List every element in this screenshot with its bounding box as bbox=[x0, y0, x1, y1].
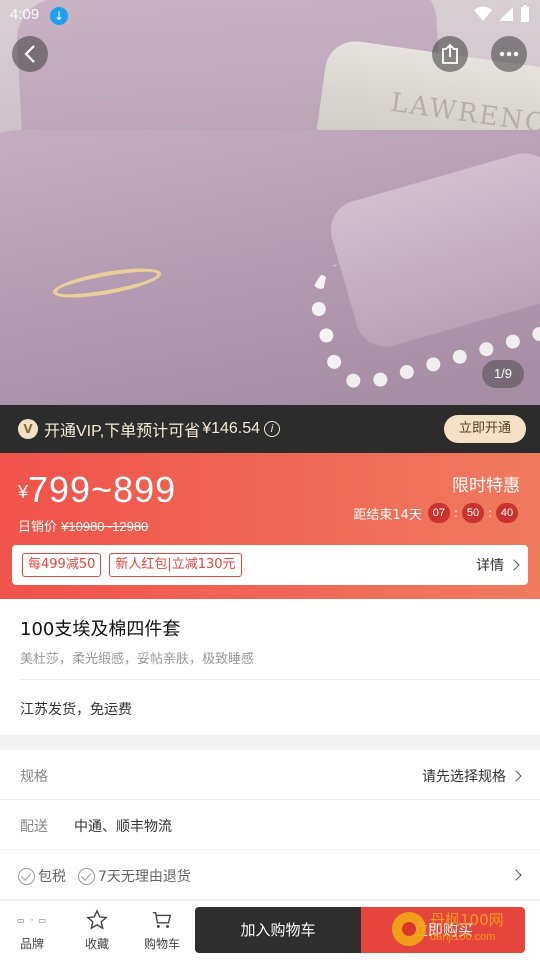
promo-title: 限时特惠 bbox=[452, 476, 520, 496]
price: ¥799~899 bbox=[18, 469, 176, 511]
coupon-tag: 每499减50 bbox=[22, 553, 102, 577]
status-icons bbox=[474, 5, 530, 23]
product-info-card: 100支埃及棉四件套 美杜莎，柔光缎感，妥帖亲肤，极致睡感 江苏发货，免运费 bbox=[0, 599, 540, 735]
cart-icon bbox=[152, 911, 172, 928]
spec-label: 规格 bbox=[20, 769, 48, 785]
download-icon: ↓ bbox=[50, 7, 68, 25]
wifi-icon bbox=[474, 6, 492, 21]
price-range: 799~899 bbox=[28, 469, 177, 510]
shipping-note: 江苏发货，免运费 bbox=[20, 702, 132, 718]
cart-tab[interactable]: 购物车 bbox=[132, 907, 192, 957]
brand-logo-icon: ▭ ◦ ▭ bbox=[17, 915, 47, 925]
star-icon bbox=[86, 909, 108, 930]
guarantee-row[interactable]: 包税 7天无理由退货 bbox=[0, 850, 540, 900]
chevron-left-icon bbox=[24, 45, 35, 63]
currency-symbol: ¥ bbox=[18, 482, 29, 502]
favorite-label: 收藏 bbox=[84, 937, 109, 951]
signal-icon bbox=[499, 7, 513, 21]
price-panel: ¥799~899 日销价 ¥10980~12980 限时特惠 距结束14天 07… bbox=[0, 453, 540, 599]
vip-savings-text: 开通VIP,下单预计可省 bbox=[44, 423, 201, 440]
product-title: 100支埃及棉四件套 bbox=[20, 619, 181, 640]
countdown-minutes: 50 bbox=[461, 503, 484, 523]
check-circle-icon bbox=[18, 867, 35, 885]
guarantee-return: 7天无理由退货 bbox=[98, 869, 191, 885]
open-vip-button[interactable]: 立即开通 bbox=[444, 415, 526, 443]
guarantee-item: 包税 bbox=[18, 866, 66, 886]
favorite-tab[interactable]: 收藏 bbox=[67, 907, 127, 957]
back-button[interactable] bbox=[12, 36, 48, 72]
countdown-label: 距结束14天 bbox=[353, 507, 422, 523]
spec-value: 请先选择规格 bbox=[422, 769, 506, 785]
product-detail-page: LAWRENCE 4:09 ↓ 1/9 V 开通VIP,下单预计可省 ¥146.… bbox=[0, 0, 540, 960]
vip-banner: V 开通VIP,下单预计可省 ¥146.54 i 立即开通 bbox=[0, 405, 540, 453]
chevron-right-icon bbox=[510, 869, 522, 881]
product-options: 规格 请先选择规格 配送 中通、顺丰物流 包税 7天无理由退货 bbox=[0, 750, 540, 900]
watermark-text: 丹枫100网 bbox=[430, 911, 504, 929]
vip-badge-icon: V bbox=[18, 419, 38, 439]
detail-label: 详情 bbox=[476, 558, 504, 574]
daily-price-value: ¥10980~12980 bbox=[61, 519, 149, 534]
spec-row[interactable]: 规格 请先选择规格 bbox=[0, 750, 540, 800]
status-time: 4:09 bbox=[10, 6, 40, 23]
daily-price-label: 日销价 bbox=[18, 520, 58, 535]
more-button[interactable] bbox=[491, 36, 527, 72]
brand-label: 品牌 bbox=[19, 937, 44, 951]
guarantee-chevron[interactable] bbox=[506, 868, 522, 884]
coupon-bar[interactable]: 每499减50 新人红包|立减130元 详情 bbox=[12, 545, 528, 585]
more-icon bbox=[499, 51, 519, 57]
share-icon bbox=[442, 44, 458, 64]
delivery-value: 中通、顺丰物流 bbox=[74, 819, 172, 835]
delivery-row: 配送 中通、顺丰物流 bbox=[0, 800, 540, 850]
chevron-right-icon bbox=[510, 770, 522, 782]
guarantee-item: 7天无理由退货 bbox=[78, 866, 191, 886]
countdown: 距结束14天 07 : 50 : 40 bbox=[353, 503, 520, 523]
coupon-detail-link[interactable]: 详情 bbox=[476, 555, 520, 575]
countdown-hours: 07 bbox=[427, 503, 450, 523]
countdown-seconds: 40 bbox=[496, 503, 518, 523]
check-circle-icon bbox=[78, 867, 95, 885]
cart-label: 购物车 bbox=[143, 937, 180, 951]
image-counter: 1/9 bbox=[482, 360, 524, 388]
share-button[interactable] bbox=[432, 36, 468, 72]
vip-savings-amount: ¥146.54 bbox=[202, 420, 261, 437]
status-bar: 4:09 ↓ bbox=[0, 0, 540, 32]
add-to-cart-button[interactable]: 加入购物车 bbox=[195, 907, 361, 953]
brand-tab[interactable]: ▭ ◦ ▭ 品牌 bbox=[2, 907, 62, 957]
daily-price: 日销价 ¥10980~12980 bbox=[18, 516, 148, 535]
battery-icon bbox=[521, 5, 529, 22]
info-icon[interactable]: i bbox=[264, 421, 281, 437]
product-subtitle: 美杜莎，柔光缎感，妥帖亲肤，极致睡感 bbox=[20, 652, 255, 667]
watermark-url: danji100.com bbox=[430, 931, 496, 943]
divider bbox=[20, 679, 540, 680]
watermark-logo-icon bbox=[392, 912, 426, 946]
spec-select[interactable]: 请先选择规格 bbox=[422, 766, 522, 786]
delivery-label: 配送 bbox=[20, 819, 48, 835]
coupon-tag: 新人红包|立减130元 bbox=[109, 553, 242, 577]
watermark: 丹枫100网 danji100.com bbox=[392, 912, 504, 946]
guarantee-tax: 包税 bbox=[38, 869, 66, 885]
chevron-right-icon bbox=[508, 559, 520, 571]
